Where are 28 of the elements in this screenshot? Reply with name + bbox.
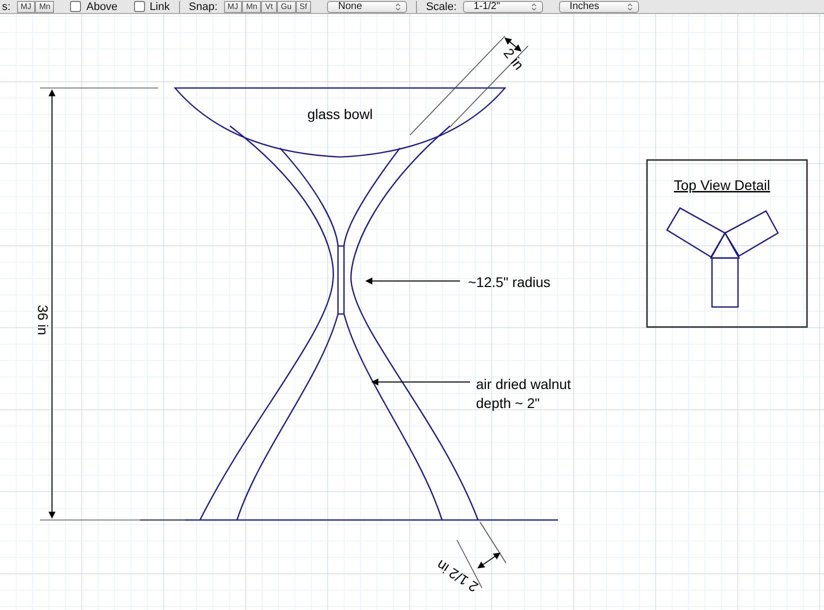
scale-label: Scale: — [426, 0, 457, 12]
scale-dropdown[interactable]: 1-1/2" — [462, 0, 543, 12]
checkbox[interactable] — [134, 1, 145, 12]
toolbar-label: s: — [2, 0, 11, 12]
snap-button[interactable]: Gu — [276, 0, 296, 12]
snap-button[interactable]: MJ — [224, 0, 242, 12]
top-dimension: 2 in — [500, 45, 528, 73]
snap-label: Snap: — [188, 0, 218, 12]
bottom-dimension: 2 1/2 in — [434, 556, 481, 596]
checkbox-label: Link — [150, 0, 170, 12]
snap-button[interactable]: Vt — [261, 0, 277, 12]
detail-title: Top View Detail — [674, 177, 770, 193]
snap-dropdown[interactable]: None — [327, 0, 408, 12]
wood-note: air dried walnut depth ~ 2" — [476, 376, 571, 411]
segment-button[interactable]: MJ — [16, 0, 36, 12]
checkbox-label: Above — [86, 0, 118, 12]
bowl-label: glass bowl — [307, 106, 373, 122]
radius-note: ~12.5" radius — [468, 274, 550, 290]
snap-button[interactable]: Sf — [296, 0, 312, 12]
dimension-arrow — [477, 552, 501, 568]
stepper-icon — [626, 2, 633, 10]
height-dimension: 36 in — [35, 304, 51, 336]
segment-button[interactable]: Mn — [35, 0, 54, 12]
stepper-icon — [395, 2, 402, 10]
units-dropdown[interactable]: Inches — [558, 0, 639, 12]
stepper-icon — [530, 2, 537, 10]
checkbox[interactable] — [70, 1, 82, 12]
snap-button[interactable]: Mn — [242, 0, 262, 12]
